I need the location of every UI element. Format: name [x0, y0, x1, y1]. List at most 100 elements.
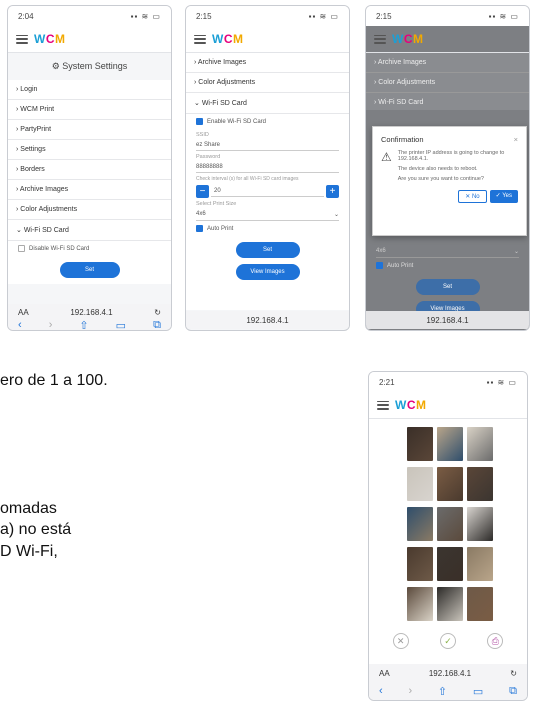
checkbox-box[interactable]	[196, 225, 203, 232]
forward-icon[interactable]: ›	[49, 319, 53, 330]
browser-address-bar[interactable]: AA 192.168.4.1 ↻	[369, 664, 527, 682]
wcm-logo: WCM	[392, 32, 424, 46]
accordion-partyprint[interactable]: › PartyPrint	[8, 120, 171, 140]
accordion-archive-images[interactable]: › Archive Images	[186, 53, 349, 73]
accordion-label: Borders	[20, 166, 45, 173]
browser-address-bar[interactable]: 192.168.4.1	[366, 311, 529, 329]
menu-icon[interactable]	[374, 34, 386, 44]
menu-icon[interactable]	[194, 34, 206, 44]
photo-thumbnail[interactable]	[437, 467, 463, 501]
checkbox-box[interactable]	[18, 245, 25, 252]
page-title: ⚙ System Settings	[51, 61, 128, 71]
auto-print-checkbox[interactable]: Auto Print	[186, 221, 349, 236]
doc-text-line-3: a) no está	[0, 521, 72, 538]
enable-wifi-sd-checkbox[interactable]: Enable Wi-Fi SD Card	[186, 114, 349, 129]
app-bar: WCM	[366, 26, 529, 53]
photo-thumbnail[interactable]	[437, 547, 463, 581]
photo-thumbnail[interactable]	[467, 587, 493, 621]
text-size-button[interactable]: AA	[379, 669, 390, 678]
accordion-color-adjustments[interactable]: › Color Adjustments	[186, 73, 349, 93]
status-bar: 2:21 ▪▪ ≋ ▭	[369, 372, 527, 392]
accordion-label: PartyPrint	[20, 126, 52, 133]
accordion-archive-images[interactable]: › Archive Images	[8, 180, 171, 200]
menu-icon[interactable]	[377, 400, 389, 410]
yes-button[interactable]: ✓ Yes	[489, 190, 518, 203]
photo-thumbnail[interactable]	[437, 427, 463, 461]
app-bar: WCM	[369, 392, 527, 419]
close-icon[interactable]: ×	[514, 135, 518, 144]
no-button[interactable]: ✕ No	[458, 190, 487, 203]
checkbox-box[interactable]	[196, 118, 203, 125]
dialog-message-3: Are you sure you want to continue?	[397, 176, 484, 182]
photo-thumbnail[interactable]	[437, 507, 463, 541]
accordion-label: Settings	[20, 146, 46, 153]
signal-wifi-battery-icon: ▪▪ ≋ ▭	[488, 11, 519, 21]
doc-text-line-1: ero de 1 a 100.	[0, 372, 108, 389]
photo-thumbnail[interactable]	[467, 507, 493, 541]
tabs-icon[interactable]: ⧉	[509, 685, 517, 698]
photo-thumbnail[interactable]	[407, 547, 433, 581]
accordion-color-adjustments[interactable]: › Color Adjustments	[366, 73, 529, 93]
accordion-wifi-sd-card[interactable]: ⌄ Wi-Fi SD Card	[186, 93, 349, 114]
signal-wifi-battery-icon: ▪▪ ≋ ▭	[486, 377, 517, 387]
photo-thumbnail[interactable]	[437, 587, 463, 621]
password-input[interactable]: 88888888	[196, 162, 339, 173]
disable-wifi-sd-checkbox[interactable]: Disable Wi-Fi SD Card	[8, 241, 171, 256]
photo-thumbnail[interactable]	[467, 547, 493, 581]
accordion-borders[interactable]: › Borders	[8, 160, 171, 180]
accordion-archive-images[interactable]: › Archive Images	[366, 53, 529, 73]
browser-toolbar: ‹ › ⇧ ▭ ⧉	[8, 318, 171, 331]
photo-thumbnail[interactable]	[467, 427, 493, 461]
interval-stepper: − 20 +	[196, 185, 339, 198]
browser-address-bar[interactable]: 192.168.4.1	[186, 311, 349, 329]
set-button[interactable]: Set	[235, 242, 300, 258]
menu-icon[interactable]	[16, 34, 28, 44]
photo-thumbnail[interactable]	[467, 467, 493, 501]
accordion-color-adjustments[interactable]: › Color Adjustments	[8, 200, 171, 220]
print-circle-icon[interactable]: ⎙	[487, 633, 504, 649]
doc-text-line-4: D Wi-Fi,	[0, 543, 58, 560]
dialog-title: Confirmation	[381, 135, 424, 144]
tabs-icon[interactable]: ⧉	[153, 319, 161, 331]
signal-wifi-battery-icon: ▪▪ ≋ ▭	[130, 11, 161, 21]
photo-thumbnail[interactable]	[407, 507, 433, 541]
reload-icon[interactable]: ↻	[154, 308, 161, 317]
accordion-wifi-sd-card[interactable]: ⌄ Wi-Fi SD Card	[8, 220, 171, 241]
print-size-select: 4x6 ⌄	[376, 246, 519, 258]
interval-label: Check interval (s) for all Wi-Fi SD card…	[196, 176, 299, 182]
bookmarks-icon[interactable]: ▭	[473, 685, 483, 698]
dialog-message-2: The device also needs to reboot.	[397, 166, 478, 172]
accordion-wcm-print[interactable]: › WCM Print	[8, 100, 171, 120]
view-images-button[interactable]: View Images	[235, 264, 300, 280]
increment-button[interactable]: +	[326, 185, 339, 198]
status-bar: 2:15 ▪▪ ≋ ▭	[186, 6, 349, 26]
doc-text-line-2: omadas	[0, 500, 57, 517]
text-size-button[interactable]: AA	[18, 308, 29, 317]
status-time: 2:15	[196, 11, 212, 21]
cancel-circle-icon[interactable]: ✕	[392, 633, 409, 649]
share-icon[interactable]: ⇧	[79, 319, 88, 331]
confirm-circle-icon[interactable]: ✓	[439, 633, 456, 649]
interval-input[interactable]: 20	[211, 186, 324, 197]
url-text: 192.168.4.1	[426, 315, 469, 325]
photo-thumbnail[interactable]	[407, 427, 433, 461]
ssid-input[interactable]: ez Share	[196, 140, 339, 151]
accordion-label: WCM Print	[20, 106, 55, 113]
reload-icon[interactable]: ↻	[510, 669, 517, 678]
wcm-logo: WCM	[34, 32, 66, 46]
accordion-settings[interactable]: › Settings	[8, 140, 171, 160]
url-text: 192.168.4.1	[246, 315, 289, 325]
set-button[interactable]: Set	[59, 262, 120, 278]
back-icon[interactable]: ‹	[379, 685, 383, 697]
share-icon[interactable]: ⇧	[438, 685, 447, 698]
print-size-label: Select Print Size	[196, 201, 237, 207]
auto-print-checkbox: Auto Print	[366, 258, 529, 273]
forward-icon[interactable]: ›	[408, 685, 412, 697]
bookmarks-icon[interactable]: ▭	[116, 319, 126, 331]
accordion-login[interactable]: › Login	[8, 80, 171, 100]
back-icon[interactable]: ‹	[18, 319, 22, 330]
print-size-select[interactable]: 4x6 ⌄	[196, 209, 339, 221]
decrement-button[interactable]: −	[196, 185, 209, 198]
photo-thumbnail[interactable]	[407, 587, 433, 621]
photo-thumbnail[interactable]	[407, 467, 433, 501]
